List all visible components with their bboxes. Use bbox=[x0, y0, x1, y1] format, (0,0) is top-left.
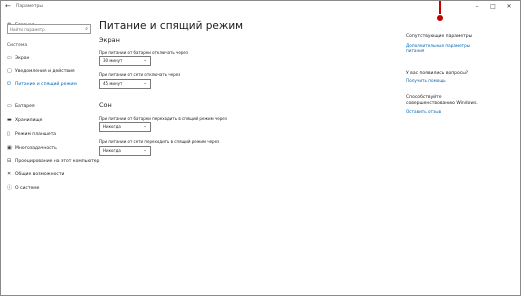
power-icon: ⏻ bbox=[7, 81, 11, 87]
settings-window: ← Параметры – □ ✕ ⚙Главная ⌕ Система ▭Эк… bbox=[0, 0, 521, 296]
give-feedback-link[interactable]: Оставить отзыв bbox=[406, 109, 441, 114]
sidebar-item-label: Хранилище bbox=[15, 118, 43, 123]
sleep-plugged-select[interactable]: Никогда ⌄ bbox=[99, 146, 151, 156]
screen-plugged-label: При питании от сети отключать через bbox=[99, 72, 181, 77]
chevron-down-icon: ⌄ bbox=[143, 58, 147, 63]
sidebar: ⚙Главная ⌕ Система ▭Экран ▢Уведомления и… bbox=[1, 13, 99, 295]
sidebar-item-label: Уведомления и действия bbox=[15, 69, 75, 74]
display-icon: ▭ bbox=[7, 55, 12, 61]
select-value: Никогда bbox=[103, 124, 121, 129]
sidebar-item-about[interactable]: ⓘ О системе bbox=[7, 184, 39, 192]
select-value: Никогда bbox=[103, 148, 121, 153]
search-box[interactable]: ⌕ bbox=[7, 24, 91, 34]
screen-battery-label: При питании от батареи отключать через bbox=[99, 50, 188, 55]
questions-title: У вас появились вопросы? bbox=[406, 71, 469, 76]
chevron-down-icon: ⌄ bbox=[143, 81, 147, 86]
select-value: 45 минут bbox=[103, 81, 123, 86]
feedback-title-line2: совершенствованию Windows. bbox=[406, 101, 478, 106]
tablet-icon: ▯ bbox=[7, 131, 10, 137]
sidebar-item-label: Питание и спящий режим bbox=[15, 82, 77, 87]
select-value: 30 минут bbox=[103, 58, 123, 63]
notifications-icon: ▢ bbox=[7, 68, 12, 74]
sidebar-item-multitasking[interactable]: ▣ Многозадачность bbox=[7, 145, 57, 153]
projecting-icon: ⊟ bbox=[7, 158, 12, 164]
sidebar-item-shared-experiences[interactable]: ✕ Общие возможности bbox=[7, 171, 64, 179]
section-label-system: Система bbox=[7, 43, 28, 48]
shared-experiences-icon: ✕ bbox=[7, 171, 12, 177]
search-icon: ⌕ bbox=[85, 26, 88, 32]
chevron-down-icon: ⌄ bbox=[143, 148, 147, 153]
sidebar-item-label: Экран bbox=[15, 56, 30, 61]
sidebar-item-label: Проецирование на этот компьютер bbox=[15, 159, 100, 164]
annotation-marker-dot bbox=[437, 15, 443, 21]
sidebar-item-projecting[interactable]: ⊟ Проецирование на этот компьютер bbox=[7, 158, 99, 166]
sleep-battery-select[interactable]: Никогда ⌄ bbox=[99, 122, 151, 132]
back-arrow-icon[interactable]: ← bbox=[5, 2, 11, 10]
get-help-link[interactable]: Получить помощь bbox=[406, 78, 446, 83]
title-bar: ← Параметры – □ ✕ bbox=[1, 1, 520, 13]
feedback-title-line1: Способствуйте bbox=[406, 95, 442, 100]
sleep-plugged-label: При питании от сети переходить в спящий … bbox=[99, 139, 220, 144]
annotation-marker-line bbox=[439, 1, 441, 14]
sidebar-item-battery[interactable]: ▭ Батарея bbox=[7, 103, 35, 111]
sleep-battery-label: При питании от батареи переходить в спящ… bbox=[99, 116, 227, 121]
additional-power-settings-link[interactable]: Дополнительные параметры питания bbox=[406, 43, 488, 53]
sidebar-item-label: Режим планшета bbox=[15, 132, 57, 137]
maximize-button[interactable]: □ bbox=[485, 1, 501, 13]
chevron-down-icon: ⌄ bbox=[143, 124, 147, 129]
related-settings-title: Сопутствующие параметры bbox=[406, 34, 473, 39]
sidebar-item-label: Многозадачность bbox=[15, 146, 57, 151]
screen-battery-select[interactable]: 30 минут ⌄ bbox=[99, 56, 151, 66]
battery-icon: ▭ bbox=[7, 103, 12, 109]
screen-plugged-select[interactable]: 45 минут ⌄ bbox=[99, 79, 151, 89]
multitasking-icon: ▣ bbox=[7, 145, 12, 151]
page-title: Питание и спящий режим bbox=[99, 20, 244, 32]
sidebar-item-power-sleep[interactable]: ⏻ Питание и спящий режим bbox=[7, 81, 77, 89]
sidebar-item-display[interactable]: ▭ Экран bbox=[7, 55, 29, 63]
sidebar-item-label: Общие возможности bbox=[15, 172, 65, 177]
sleep-section-heading: Сон bbox=[99, 101, 112, 109]
storage-icon: ▬ bbox=[7, 117, 12, 123]
sidebar-item-notifications[interactable]: ▢ Уведомления и действия bbox=[7, 68, 75, 76]
screen-section-heading: Экран bbox=[99, 36, 120, 44]
about-icon: ⓘ bbox=[7, 185, 13, 191]
minimize-button[interactable]: – bbox=[469, 1, 485, 13]
search-input[interactable] bbox=[10, 25, 76, 33]
sidebar-item-tablet-mode[interactable]: ▯ Режим планшета bbox=[7, 131, 56, 139]
close-button[interactable]: ✕ bbox=[501, 1, 517, 13]
sidebar-item-label: Батарея bbox=[15, 104, 35, 109]
window-title: Параметры bbox=[16, 3, 43, 9]
sidebar-item-label: О системе bbox=[15, 186, 40, 191]
sidebar-item-storage[interactable]: ▬ Хранилище bbox=[7, 117, 42, 125]
